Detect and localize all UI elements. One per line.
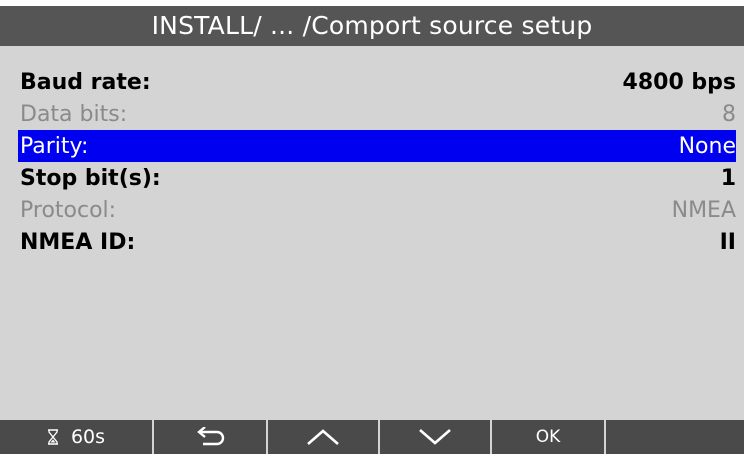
chevron-up-icon (306, 428, 340, 446)
hourglass-icon (47, 429, 59, 445)
settings-list: Baud rate: 4800 bps Data bits: 8 Parity:… (18, 66, 736, 258)
setting-label: Parity: (20, 133, 89, 159)
setting-row-data-bits: Data bits: 8 (18, 98, 736, 130)
chevron-down-icon (418, 428, 452, 446)
setting-value: 8 (722, 101, 736, 127)
setting-row-baud-rate[interactable]: Baud rate: 4800 bps (18, 66, 736, 98)
setting-label: Data bits: (20, 101, 128, 127)
setting-value: None (678, 133, 736, 159)
down-button[interactable] (380, 420, 492, 454)
setting-value: II (719, 229, 736, 255)
setting-label: NMEA ID: (20, 229, 136, 255)
back-button[interactable] (154, 420, 268, 454)
setting-row-stop-bits[interactable]: Stop bit(s): 1 (18, 162, 736, 194)
page-title: INSTALL/ ... /Comport source setup (0, 6, 744, 46)
softkey-toolbar: 60s OK (0, 420, 744, 454)
setting-label: Protocol: (20, 197, 117, 223)
timer-label: 60s (70, 426, 106, 448)
empty-softkey[interactable] (606, 420, 744, 454)
setting-row-protocol: Protocol: NMEA (18, 194, 736, 226)
setting-value: NMEA (671, 197, 736, 223)
screen: INSTALL/ ... /Comport source setup Baud … (0, 0, 744, 454)
up-button[interactable] (268, 420, 380, 454)
setting-row-parity[interactable]: Parity: None (18, 130, 736, 162)
ok-button[interactable]: OK (492, 420, 606, 454)
setting-value: 1 (720, 165, 736, 191)
timer-button[interactable]: 60s (0, 420, 154, 454)
setting-value: 4800 bps (622, 69, 736, 95)
setting-label: Baud rate: (20, 69, 151, 95)
setting-label: Stop bit(s): (20, 165, 161, 191)
setting-row-nmea-id[interactable]: NMEA ID: II (18, 226, 736, 258)
back-arrow-icon (193, 427, 227, 447)
